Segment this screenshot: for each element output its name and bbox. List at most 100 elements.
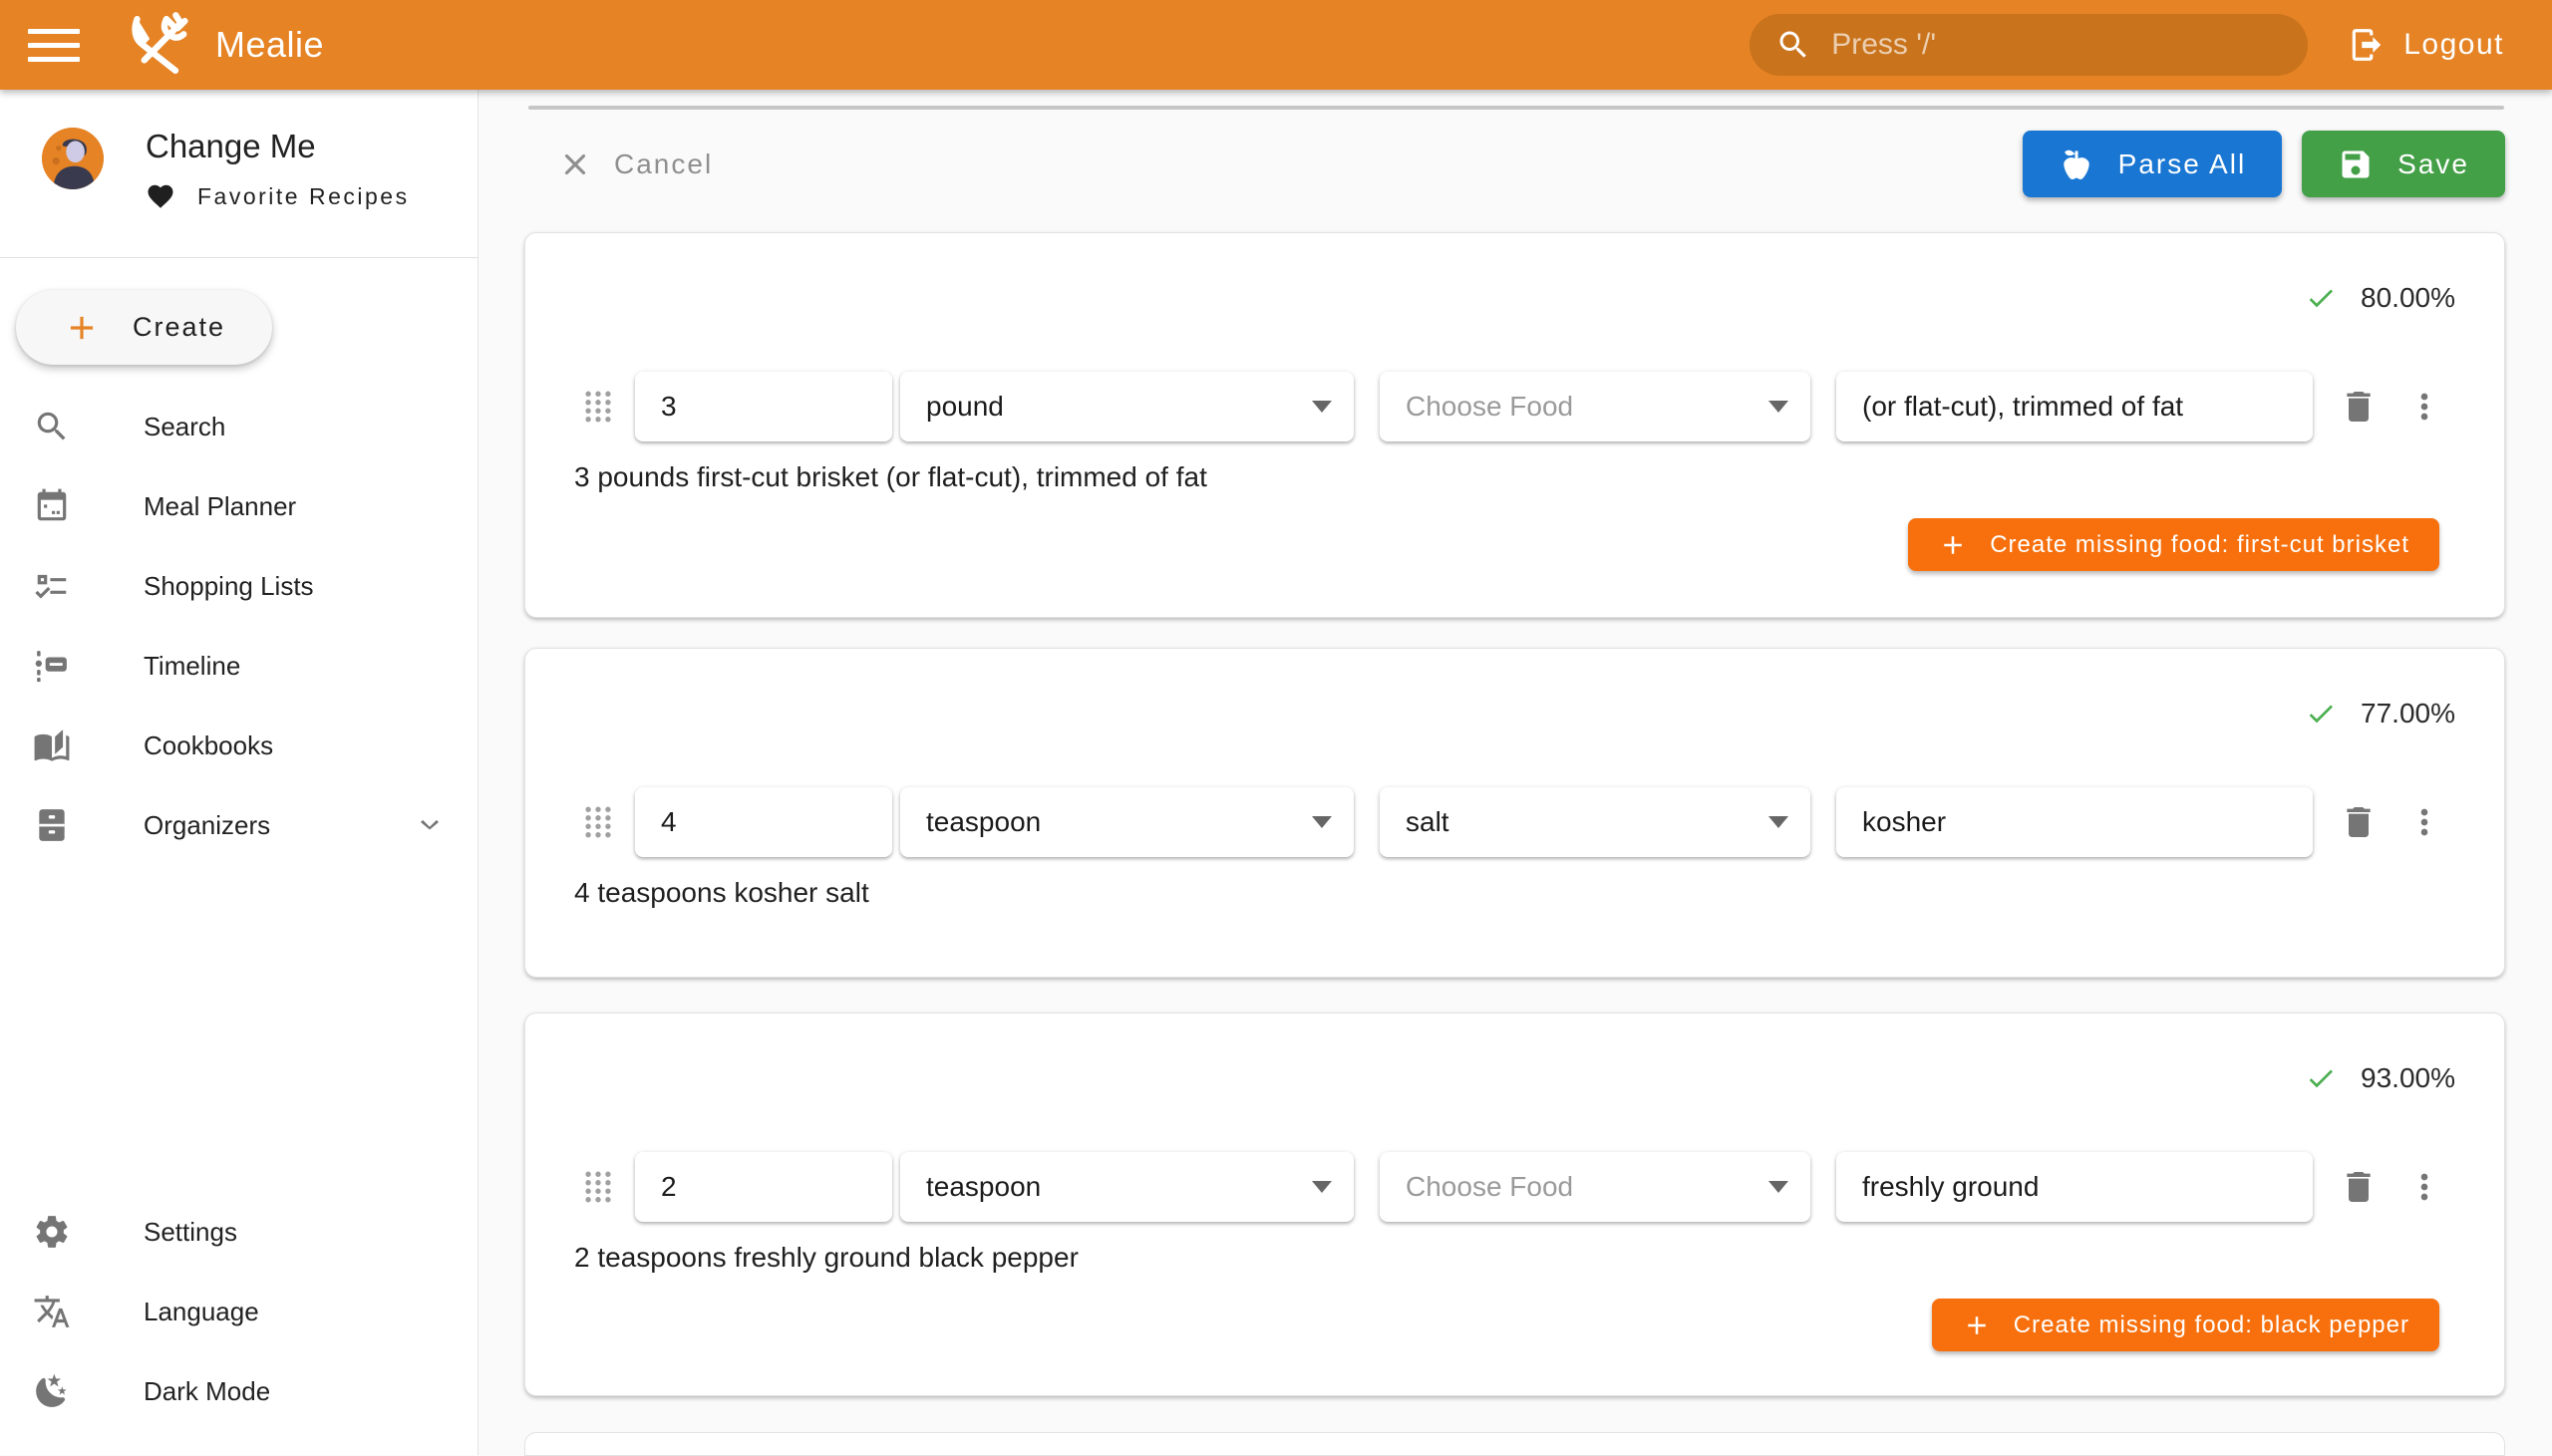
note-field[interactable] — [1836, 787, 2313, 857]
save-button[interactable]: Save — [2302, 131, 2505, 197]
more-options-button[interactable] — [2404, 387, 2444, 427]
dropdown-caret-icon — [1312, 1181, 1332, 1193]
cancel-button[interactable]: Cancel — [558, 147, 713, 181]
dropdown-caret-icon — [1768, 1181, 1788, 1193]
dropdown-caret-icon — [1312, 816, 1332, 828]
ingredient-card: 77.00% teaspoon — [524, 648, 2505, 978]
sidebar-item-shopping-lists[interactable]: Shopping Lists — [0, 546, 478, 626]
sidebar-item-label: Dark Mode — [144, 1376, 270, 1407]
search-input[interactable] — [1831, 28, 2282, 62]
dropdown-caret-icon — [1768, 401, 1788, 413]
kebab-menu-icon — [2404, 387, 2444, 427]
note-field[interactable] — [1836, 372, 2313, 441]
kebab-menu-icon — [2404, 802, 2444, 842]
scrolled-content-edge — [528, 106, 2504, 110]
create-missing-food-button[interactable]: Create missing food: first-cut brisket — [1908, 518, 2439, 571]
timeline-icon — [33, 647, 71, 685]
app-bar: Mealie Logout — [0, 0, 2552, 90]
note-field[interactable] — [1836, 1152, 2313, 1222]
sidebar-nav: Search Meal Planner Shopping Lists Tim — [0, 387, 478, 865]
create-missing-food-label: Create missing food: black pepper — [2014, 1311, 2409, 1339]
sidebar-item-organizers[interactable]: Organizers — [0, 785, 478, 865]
app-title: Mealie — [215, 24, 324, 66]
sidebar-item-meal-planner[interactable]: Meal Planner — [0, 466, 478, 546]
mealie-logo-icon — [126, 12, 191, 78]
logout-icon — [2348, 26, 2386, 64]
user-name: Change Me — [146, 128, 410, 165]
delete-button[interactable] — [2339, 802, 2379, 842]
sidebar-item-label: Shopping Lists — [144, 571, 314, 602]
dropdown-caret-icon — [1768, 816, 1788, 828]
create-button[interactable]: Create — [16, 290, 272, 365]
unit-select[interactable]: pound — [900, 372, 1354, 441]
ingredient-inputs: pound Choose Food — [525, 372, 2504, 441]
note-input[interactable] — [1862, 1171, 2291, 1203]
amount-field[interactable] — [635, 787, 892, 857]
sidebar-item-label: Search — [144, 412, 225, 442]
plus-icon — [1938, 530, 1968, 560]
logout-button[interactable]: Logout — [2348, 26, 2504, 64]
sidebar-divider — [0, 257, 478, 258]
drag-handle-icon[interactable] — [581, 1167, 615, 1207]
trash-icon — [2339, 802, 2379, 842]
unit-select[interactable]: teaspoon — [900, 787, 1354, 857]
menu-icon[interactable] — [28, 19, 88, 71]
check-icon — [2305, 698, 2337, 729]
create-missing-food-button[interactable]: Create missing food: black pepper — [1932, 1299, 2439, 1351]
note-input[interactable] — [1862, 806, 2291, 838]
confidence-value: 77.00% — [2361, 698, 2455, 729]
delete-button[interactable] — [2339, 387, 2379, 427]
magnify-icon — [33, 408, 71, 445]
sidebar-item-cookbooks[interactable]: Cookbooks — [0, 706, 478, 785]
avatar[interactable] — [42, 128, 104, 189]
checklist-icon — [33, 567, 71, 605]
amount-input[interactable] — [661, 1171, 870, 1203]
favorite-recipes-label: Favorite Recipes — [197, 183, 410, 210]
drag-handle-icon[interactable] — [581, 802, 615, 842]
dropdown-caret-icon — [1312, 401, 1332, 413]
amount-input[interactable] — [661, 806, 870, 838]
food-placeholder: Choose Food — [1406, 1171, 1768, 1203]
sidebar-item-language[interactable]: Language — [0, 1272, 478, 1351]
create-missing-food-label: Create missing food: first-cut brisket — [1990, 531, 2409, 559]
amount-field[interactable] — [635, 1152, 892, 1222]
sidebar-item-label: Cookbooks — [144, 730, 273, 761]
confidence-row: 77.00% — [525, 699, 2455, 728]
cancel-label: Cancel — [614, 148, 713, 180]
more-options-button[interactable] — [2404, 1167, 2444, 1207]
original-ingredient-text: 3 pounds first-cut brisket (or flat-cut)… — [574, 461, 2504, 493]
user-text: Change Me Favorite Recipes — [146, 128, 410, 211]
moon-stars-icon — [33, 1372, 71, 1410]
sidebar-item-label: Language — [144, 1297, 259, 1327]
note-input[interactable] — [1862, 391, 2291, 423]
create-missing-row: Create missing food: black pepper — [525, 1299, 2439, 1351]
food-placeholder: Choose Food — [1406, 391, 1768, 423]
create-label: Create — [133, 312, 225, 343]
sidebar-item-search[interactable]: Search — [0, 387, 478, 466]
food-select[interactable]: Choose Food — [1380, 1152, 1810, 1222]
sidebar-bottom: Settings Language Dark Mode — [0, 1192, 478, 1431]
search-box[interactable] — [1750, 14, 2308, 76]
search-icon — [1775, 27, 1811, 63]
food-select[interactable]: Choose Food — [1380, 372, 1810, 441]
unit-value: pound — [926, 391, 1312, 423]
sidebar-item-label: Organizers — [144, 810, 270, 841]
amount-input[interactable] — [661, 391, 870, 423]
more-options-button[interactable] — [2404, 802, 2444, 842]
favorite-recipes-link[interactable]: Favorite Recipes — [146, 181, 410, 211]
food-select[interactable]: salt — [1380, 787, 1810, 857]
sidebar-item-label: Meal Planner — [144, 491, 296, 522]
ingredient-list: 80.00% pound — [524, 232, 2505, 1456]
drag-handle-icon[interactable] — [581, 387, 615, 427]
amount-field[interactable] — [635, 372, 892, 441]
parse-all-button[interactable]: Parse All — [2023, 131, 2283, 197]
unit-select[interactable]: teaspoon — [900, 1152, 1354, 1222]
sidebar: Change Me Favorite Recipes Create Search — [0, 90, 478, 1455]
sidebar-item-settings[interactable]: Settings — [0, 1192, 478, 1272]
original-ingredient-text: 4 teaspoons kosher salt — [574, 877, 2504, 909]
delete-button[interactable] — [2339, 1167, 2379, 1207]
sidebar-item-dark-mode[interactable]: Dark Mode — [0, 1351, 478, 1431]
file-cabinet-icon — [33, 806, 71, 844]
sidebar-item-timeline[interactable]: Timeline — [0, 626, 478, 706]
parse-all-label: Parse All — [2118, 148, 2247, 180]
